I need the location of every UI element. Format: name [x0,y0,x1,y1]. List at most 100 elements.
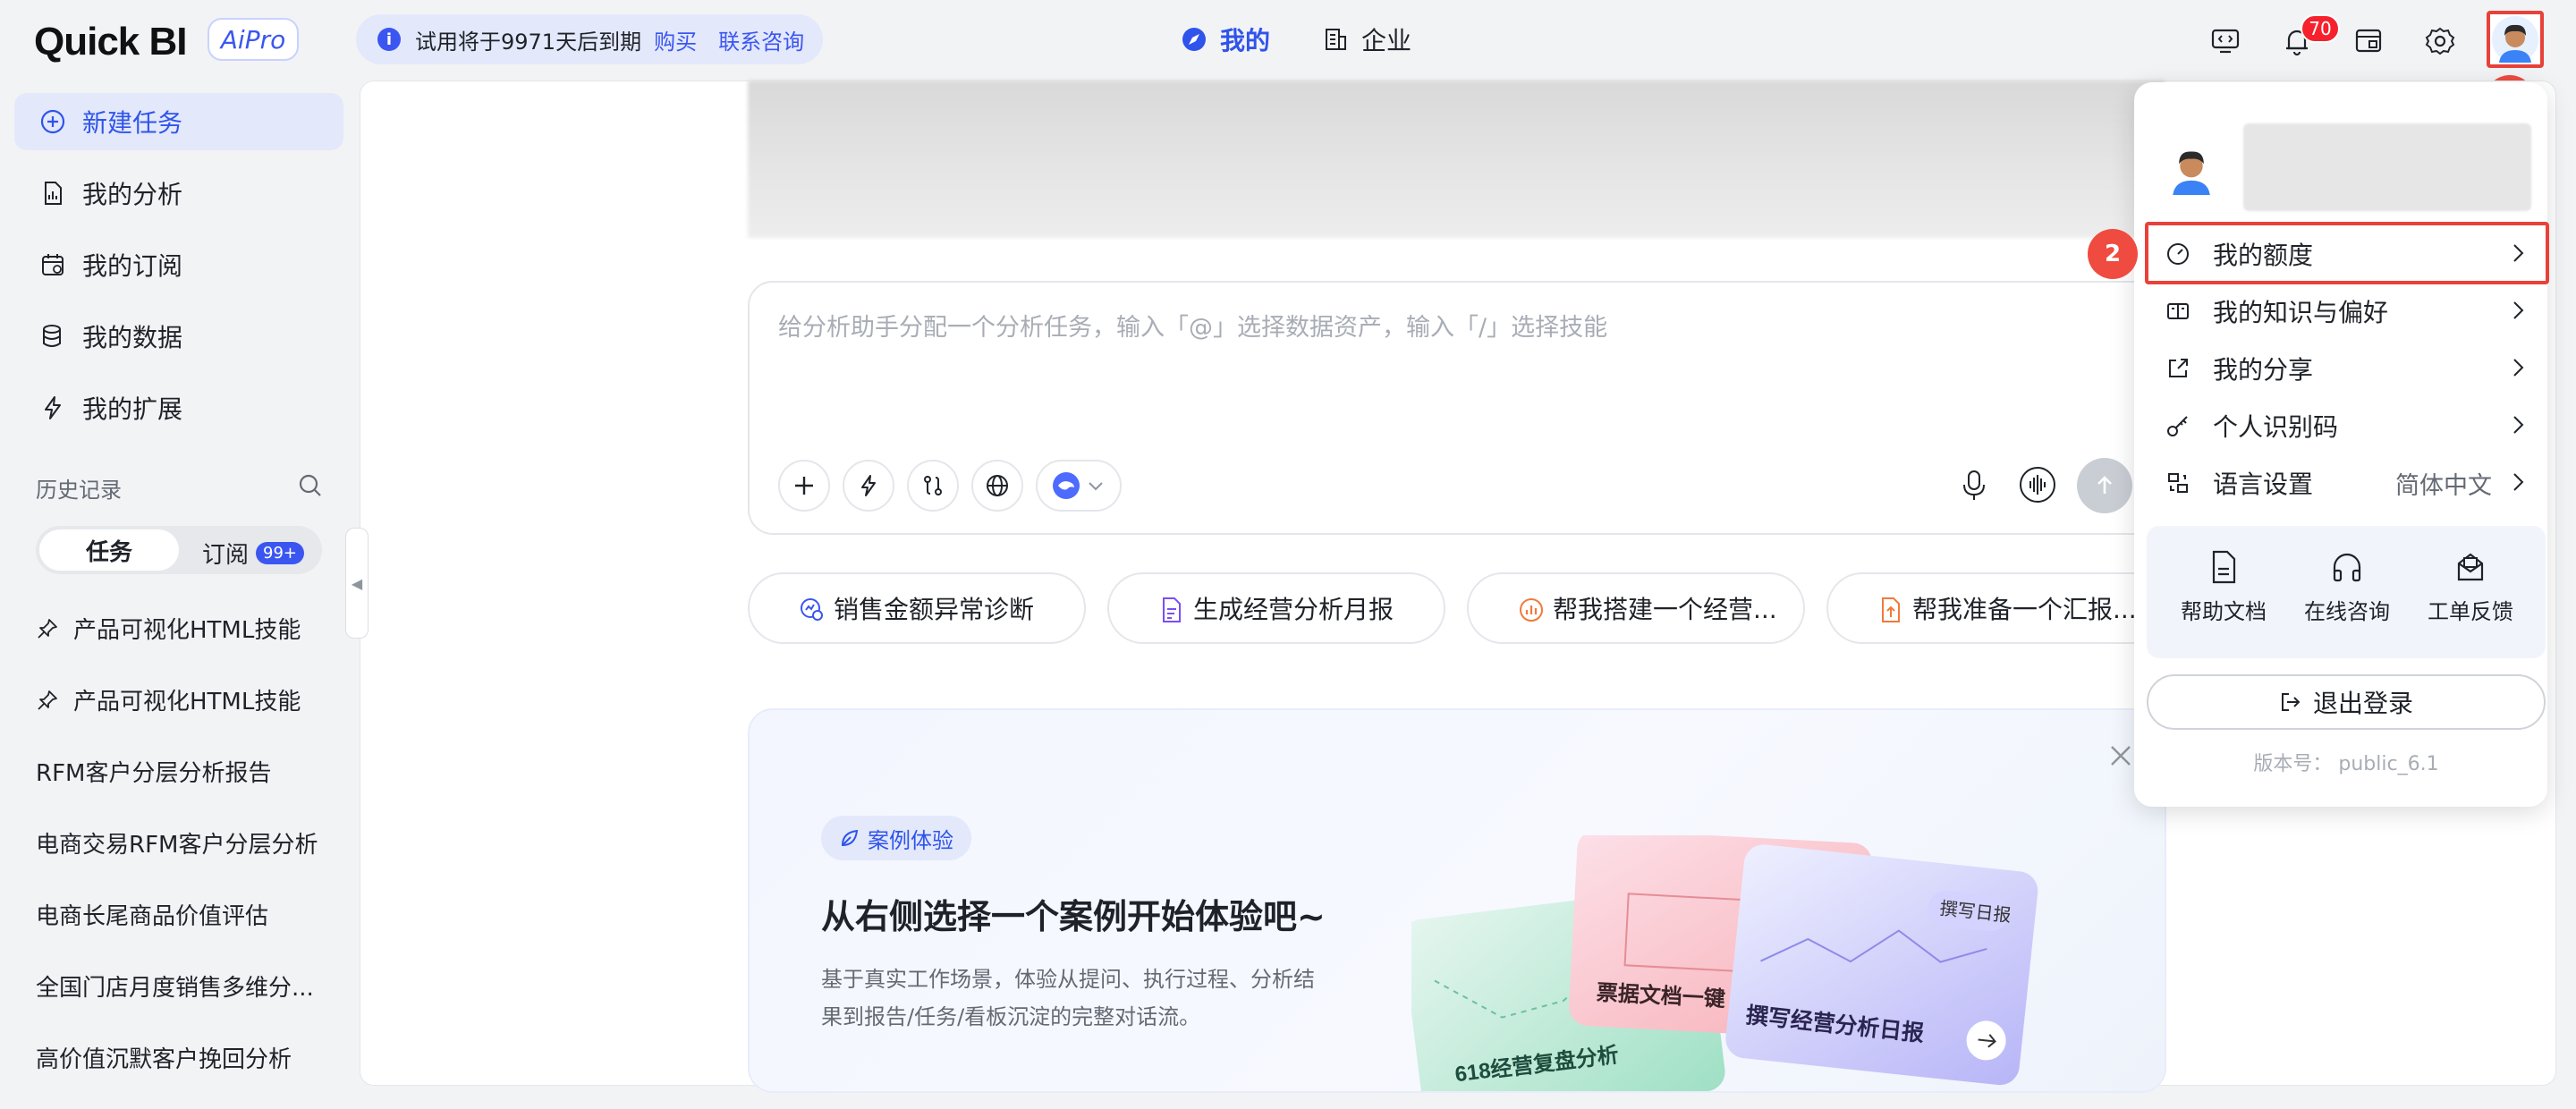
history-item[interactable]: 高价值沉默客户挽回分析 [36,1041,292,1074]
history-item[interactable]: RFM客户分层分析报告 [36,755,271,788]
history-item[interactable]: 电商长尾商品价值评估 [36,898,268,931]
logout-button[interactable]: 退出登录 [2147,674,2546,730]
building-icon [1326,29,1346,50]
sidebar-item-my-subscriptions[interactable]: 我的订阅 [14,236,343,293]
nav-tab-mine[interactable]: 我的 [1181,21,1270,57]
user-avatar-button[interactable] [2487,11,2544,68]
document-icon [2212,550,2236,584]
suggestion-chip[interactable]: 销售金额异常诊断 [748,572,1086,644]
gear-icon[interactable] [2420,21,2460,61]
search-icon[interactable] [295,470,326,501]
history-item-label: 产品可视化HTML技能 [73,689,301,715]
model-logo-icon [1053,472,1080,499]
aipro-badge: AiPro [208,18,299,61]
voice-wave-icon[interactable] [2018,465,2057,504]
suggestion-chip-label: 帮我搭建一个经营... [1553,595,1777,624]
subscription-count-badge: 99+ [256,542,305,564]
help-docs-button[interactable]: 帮助文档 [2170,549,2277,625]
case-tag: 案例体验 [821,816,971,860]
trial-text: 试用将于9971天后到期 [415,29,642,55]
case-tag-label: 案例体验 [868,827,953,853]
microphone-icon[interactable] [1959,469,1989,503]
tab-subscription[interactable]: 订阅 99+ [202,537,305,570]
case-preview-illustration: 618经营复盘分析 票据文档一键 撰写日报 撰写经营分析日报 [1411,835,2038,1091]
menu-item-knowledge[interactable]: 我的知识与偏好 [2147,283,2546,340]
logout-icon [2281,693,2301,711]
blurred-banner [748,80,2165,238]
translate-icon [2165,470,2191,496]
sidebar [0,80,358,1109]
app-logo[interactable]: Quick BI [34,20,187,64]
dashboard-icon[interactable] [2349,21,2388,61]
skill-button[interactable] [843,460,894,512]
suggestion-chip-label: 生成经营分析月报 [1193,595,1394,624]
pin-icon [38,690,57,710]
buy-link[interactable]: 购买 [654,24,697,55]
history-item-label: 产品可视化HTML技能 [73,617,301,644]
online-consult-label: 在线咨询 [2304,599,2390,624]
web-search-button[interactable] [971,460,1023,512]
document-icon [1163,597,1181,622]
avatar [2165,141,2218,195]
share-icon [2165,355,2191,382]
menu-item-label: 我的知识与偏好 [2213,298,2389,327]
notification-badge: 70 [2301,14,2340,43]
chevron-right-icon [2513,301,2524,319]
tab-subscription-label: 订阅 [202,542,250,569]
menu-item-personal-code[interactable]: 个人识别码 [2147,397,2546,454]
suggestion-chip[interactable]: 帮我准备一个汇报... [1826,572,2166,644]
online-consult-button[interactable]: 在线咨询 [2293,549,2401,625]
sidebar-item-new-task[interactable]: 新建任务 [14,93,343,150]
tab-task[interactable]: 任务 [39,529,179,571]
menu-item-language[interactable]: 语言设置 简体中文 [2147,454,2546,512]
chevron-right-icon [2513,473,2524,491]
lightning-icon [38,393,68,423]
arrow-up-icon [2097,476,2112,494]
suggestion-chip[interactable]: 帮我搭建一个经营... [1467,572,1805,644]
collapse-sidebar-handle[interactable]: ◀ [345,528,369,639]
monitor-code-icon[interactable] [2206,21,2245,61]
history-item[interactable]: 产品可视化HTML技能 [36,612,301,645]
menu-item-label: 我的分享 [2213,355,2314,385]
pin-icon [38,618,57,639]
help-docs-label: 帮助文档 [2181,599,2267,624]
sidebar-item-label: 我的分析 [82,180,183,209]
plus-circle-icon [38,106,68,137]
step-marker-2: 2 [2088,229,2138,279]
menu-item-label: 语言设置 [2213,470,2314,499]
history-item[interactable]: 产品可视化HTML技能 [36,683,301,716]
send-button[interactable] [2077,458,2132,513]
history-item[interactable]: 全国门店月度销售多维分... [36,969,314,1003]
sidebar-item-my-data[interactable]: 我的数据 [14,308,343,365]
history-item[interactable]: 电商交易RFM客户分层分析 [36,826,318,859]
trial-banner: i 试用将于9971天后到期 购买 联系咨询 [356,14,823,64]
model-select[interactable] [1036,460,1122,512]
highlight-box [2145,222,2549,284]
case-description: 基于真实工作场景，体验从提问、执行过程、分析结果到报告/任务/看板沉淀的完整对话… [821,967,1315,1029]
book-icon [2165,298,2191,325]
report-icon [38,178,68,208]
sidebar-item-my-extensions[interactable]: 我的扩展 [14,379,343,436]
ticket-feedback-button[interactable]: 工单反馈 [2417,549,2524,625]
close-icon[interactable] [2107,742,2134,769]
sidebar-item-label: 新建任务 [82,108,183,138]
workflow-button[interactable] [907,460,959,512]
suggestion-chip-label: 帮我准备一个汇报... [1912,595,2137,624]
nav-tab-enterprise[interactable]: 企业 [1322,21,1411,57]
suggestion-chip-label: 销售金额异常诊断 [834,595,1035,624]
contact-link[interactable]: 联系咨询 [718,24,804,55]
headphones-icon [2333,553,2361,582]
compass-icon [1182,28,1206,51]
upload-file-icon [1882,597,1900,622]
logout-label: 退出登录 [2312,689,2413,718]
chevron-right-icon [2513,416,2524,434]
sidebar-item-my-analysis[interactable]: 我的分析 [14,165,343,222]
menu-item-my-shares[interactable]: 我的分享 [2147,340,2546,397]
sidebar-item-label: 我的订阅 [82,251,183,281]
language-value: 简体中文 [2395,471,2492,500]
add-button[interactable] [778,460,830,512]
key-icon [2165,412,2191,439]
ticket-feedback-label: 工单反馈 [2428,599,2513,624]
ticket-icon [2457,553,2484,581]
suggestion-chip[interactable]: 生成经营分析月报 [1107,572,1445,644]
